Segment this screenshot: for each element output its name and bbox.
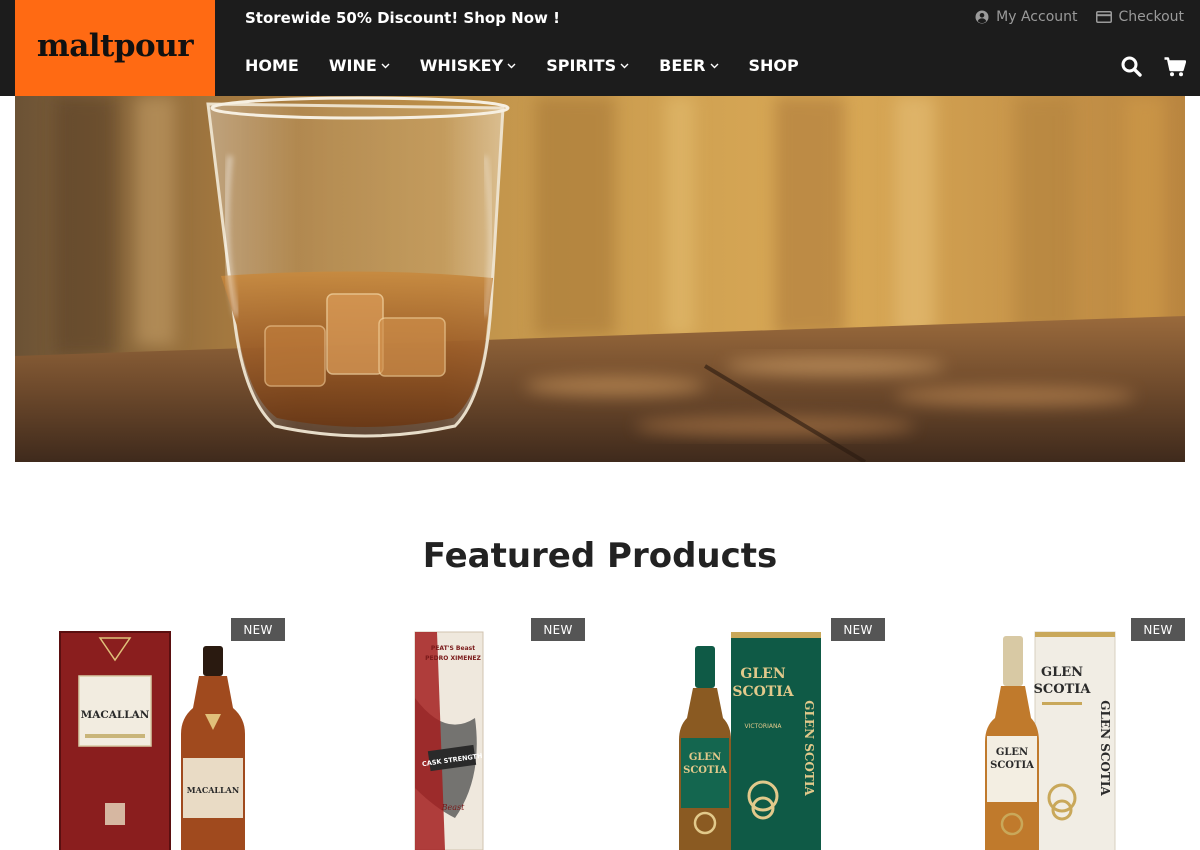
cart-icon (1164, 56, 1187, 76)
account-links: My Account Checkout (975, 9, 1184, 25)
my-account-label: My Account (996, 9, 1078, 25)
nav-whiskey-label: WHISKEY (419, 56, 504, 75)
nav-shop-label: SHOP (748, 56, 799, 75)
peats-beast-label: PEAT'S Beast (431, 645, 475, 652)
new-badge: NEW (231, 618, 285, 641)
header-icons (1121, 56, 1187, 81)
nav-beer-label: BEER (659, 56, 706, 75)
logo-text: maltpour (36, 28, 194, 64)
hero-image (15, 96, 1185, 462)
svg-text:GLEN: GLEN (689, 752, 721, 763)
svg-text:GLEN: GLEN (996, 747, 1028, 758)
product-grid: MACALLAN MACALLAN NEW PEAT'S Beast PEDRO… (0, 618, 1200, 850)
nav-spirits[interactable]: SPIRITS (546, 56, 629, 75)
nav-wine-label: WINE (328, 56, 377, 75)
svg-text:Beast: Beast (441, 803, 465, 812)
checkout-link[interactable]: Checkout (1095, 9, 1185, 25)
svg-text:SCOTIA: SCOTIA (683, 765, 727, 776)
svg-text:GLEN SCOTIA: GLEN SCOTIA (1098, 700, 1112, 796)
featured-products-heading: Featured Products (422, 536, 778, 576)
nav-spirits-label: SPIRITS (546, 56, 617, 75)
new-badge: NEW (1131, 618, 1185, 641)
my-account-link[interactable]: My Account (975, 9, 1078, 25)
glen-scotia-box-label: GLEN SCOTIA (802, 700, 816, 796)
user-circle-icon (975, 10, 989, 24)
search-button[interactable] (1121, 56, 1142, 81)
product-image-peats-beast[interactable]: PEAT'S Beast PEDRO XIMENEZ CASK STRENGTH… (305, 618, 585, 850)
nav-wine[interactable]: WINE (329, 56, 390, 75)
victoriana-label: VICTORIANA (744, 723, 782, 730)
nav-whiskey[interactable]: WHISKEY (420, 56, 516, 75)
svg-text:SCOTIA: SCOTIA (732, 684, 794, 700)
product-card[interactable]: GLEN SCOTIA VICTORIANA GLEN SCOTIA GLEN … (605, 618, 885, 850)
credit-card-icon (1095, 11, 1112, 23)
nav-beer[interactable]: BEER (659, 56, 718, 75)
nav-home-label: HOME (245, 56, 299, 75)
promo-banner[interactable]: Storewide 50% Discount! Shop Now ! (245, 9, 560, 27)
search-icon (1121, 56, 1142, 77)
nav-shop[interactable]: SHOP (749, 56, 799, 75)
product-image-glen-scotia-double-cask[interactable]: GLEN SCOTIA GLEN SCOTIA GLEN SCOTIA (905, 618, 1185, 850)
svg-text:MACALLAN: MACALLAN (187, 785, 239, 795)
product-image-macallan[interactable]: MACALLAN MACALLAN (5, 618, 285, 850)
svg-text:SCOTIA: SCOTIA (1034, 682, 1092, 697)
svg-text:GLEN: GLEN (740, 666, 785, 682)
product-image-glen-scotia-victoriana[interactable]: GLEN SCOTIA VICTORIANA GLEN SCOTIA GLEN … (605, 618, 885, 850)
chevron-down-icon (507, 63, 516, 68)
svg-text:GLEN: GLEN (1041, 665, 1083, 680)
chevron-down-icon (620, 63, 629, 68)
site-header: maltpour Storewide 50% Discount! Shop No… (0, 0, 1200, 96)
checkout-label: Checkout (1118, 9, 1185, 25)
main-nav: HOME WINE WHISKEY SPIRITS BEER SHOP (245, 56, 829, 75)
product-card[interactable]: GLEN SCOTIA GLEN SCOTIA GLEN SCOTIA NEW (905, 618, 1185, 850)
svg-text:SCOTIA: SCOTIA (990, 760, 1034, 771)
hero-banner (15, 96, 1185, 462)
chevron-down-icon (381, 63, 390, 68)
nav-home[interactable]: HOME (245, 56, 299, 75)
macallan-box-label: MACALLAN (81, 709, 150, 721)
new-badge: NEW (831, 618, 885, 641)
chevron-down-icon (710, 63, 718, 68)
cart-button[interactable] (1164, 56, 1187, 81)
new-badge: NEW (531, 618, 585, 641)
pedro-ximenez-label: PEDRO XIMENEZ (425, 655, 481, 662)
site-logo[interactable]: maltpour (15, 0, 215, 96)
product-card[interactable]: PEAT'S Beast PEDRO XIMENEZ CASK STRENGTH… (305, 618, 585, 850)
product-card[interactable]: MACALLAN MACALLAN NEW (5, 618, 285, 850)
